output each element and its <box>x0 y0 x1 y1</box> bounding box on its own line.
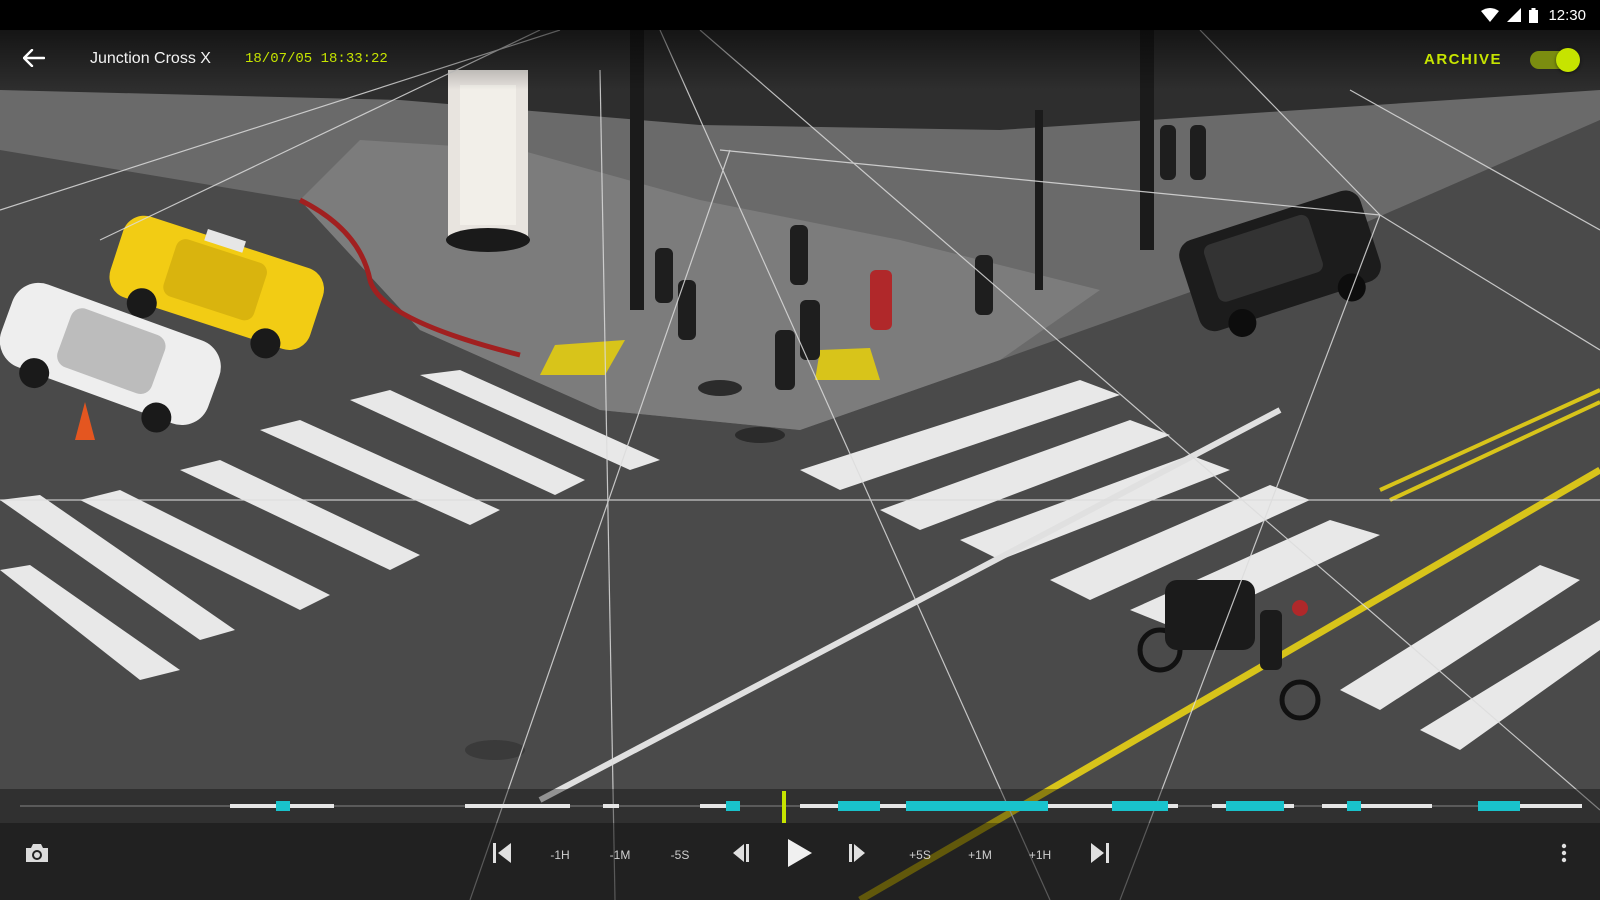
play-button[interactable] <box>778 833 822 877</box>
archive-label: ARCHIVE <box>1423 51 1502 68</box>
event-marker[interactable] <box>838 801 880 811</box>
wifi-icon <box>1481 8 1500 22</box>
system-status-bar: 12:30 <box>0 0 1600 30</box>
timeline[interactable] <box>0 789 1600 823</box>
signal-icon <box>1507 8 1522 22</box>
event-marker[interactable] <box>726 801 740 811</box>
rewind-1h-button[interactable]: -1H <box>540 833 580 877</box>
skip-previous-icon <box>493 842 511 868</box>
step-forward-icon <box>849 843 867 867</box>
archive-toggle[interactable] <box>1530 48 1580 72</box>
status-time: 12:30 <box>1548 6 1586 24</box>
playback-controls: -1H -1M -5S +5S +1M +1H <box>0 823 1600 900</box>
forward-5s-button[interactable]: +5S <box>900 833 940 877</box>
snapshot-button[interactable] <box>20 833 54 877</box>
event-marker[interactable] <box>906 801 1048 811</box>
forward-1h-button[interactable]: +1H <box>1020 833 1060 877</box>
playhead[interactable] <box>782 791 787 823</box>
step-forward-button[interactable] <box>838 833 878 877</box>
more-vertical-icon <box>1561 843 1567 868</box>
camera-icon <box>24 842 50 869</box>
event-marker[interactable] <box>1112 801 1168 811</box>
rewind-1m-button[interactable]: -1M <box>600 833 640 877</box>
skip-to-end-button[interactable] <box>1080 833 1120 877</box>
step-back-icon <box>731 843 749 867</box>
recording-segment <box>1322 804 1432 808</box>
play-icon <box>788 838 812 872</box>
event-marker[interactable] <box>276 801 290 811</box>
rewind-5s-button[interactable]: -5S <box>660 833 700 877</box>
skip-next-icon <box>1091 842 1109 868</box>
event-marker[interactable] <box>1478 801 1520 811</box>
top-app-bar: Junction Cross X 18/07/05 18:33:22 ARCHI… <box>0 30 1600 90</box>
forward-1m-button[interactable]: +1M <box>960 833 1000 877</box>
step-back-button[interactable] <box>720 833 760 877</box>
recording-segment <box>603 804 619 808</box>
more-options-button[interactable] <box>1552 833 1576 877</box>
recording-segment <box>465 804 570 808</box>
event-marker[interactable] <box>1226 801 1284 811</box>
arrow-left-icon <box>22 48 46 72</box>
back-button[interactable] <box>20 46 48 74</box>
camera-feed[interactable] <box>0 30 1600 900</box>
archive-toggle-thumb <box>1556 48 1580 72</box>
playback-timestamp: 18/07/05 18:33:22 <box>245 51 388 67</box>
skip-to-start-button[interactable] <box>482 833 522 877</box>
event-marker[interactable] <box>1347 801 1361 811</box>
camera-name: Junction Cross X <box>90 50 211 67</box>
battery-icon <box>1529 7 1539 23</box>
